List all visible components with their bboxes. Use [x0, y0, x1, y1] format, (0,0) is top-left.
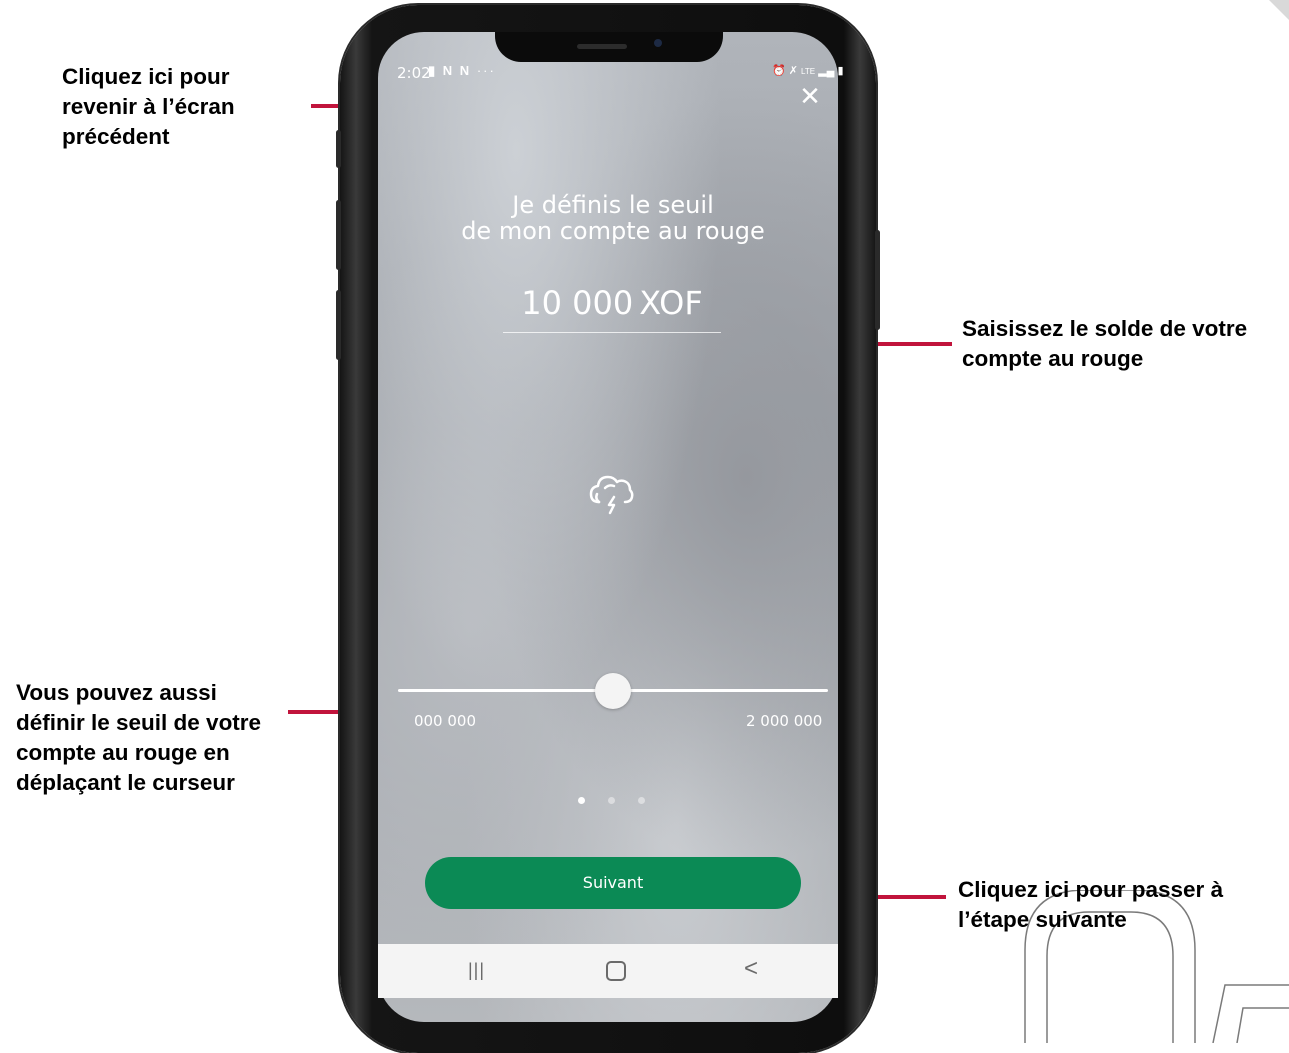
annotation-slider: Vous pouvez aussi définir le seuil de vo…: [16, 678, 288, 798]
mute-icon: ✗: [788, 65, 798, 77]
phone-camera: [654, 39, 662, 47]
annotation-next: Cliquez ici pour passer à l’étape suivan…: [958, 875, 1288, 935]
chat-icon: ▮: [428, 63, 438, 78]
recents-button[interactable]: |||: [468, 960, 485, 981]
threshold-slider-thumb[interactable]: [595, 673, 631, 709]
pagination-dot: [608, 797, 615, 804]
annotation-balance-text: Saisissez le solde de votre compte au ro…: [962, 316, 1248, 371]
page-title: Je définis le seuil de mon compte au rou…: [430, 192, 796, 244]
title-line-1: Je définis le seuil: [512, 191, 714, 219]
close-icon: ✕: [799, 81, 821, 111]
storm-cloud-icon: [589, 475, 634, 515]
annotation-back: Cliquez ici pour revenir à l’écran précé…: [62, 62, 302, 152]
annotation-balance: Saisissez le solde de votre compte au ro…: [962, 314, 1282, 374]
battery-icon: ▮: [837, 65, 844, 77]
home-square-icon[interactable]: [606, 961, 626, 981]
phone-side-button: [336, 200, 341, 270]
n-icon: N: [442, 63, 455, 78]
lte-icon: LTE: [801, 67, 816, 76]
status-time: 2:02: [397, 64, 431, 82]
slider-max-label: 2 000 000: [746, 712, 823, 730]
corner-decoration: [1269, 0, 1289, 20]
phone-side-button: [875, 230, 880, 330]
phone-side-button: [336, 290, 341, 360]
phone-speaker: [577, 44, 627, 49]
next-button[interactable]: Suivant: [425, 857, 801, 909]
status-right-icons: ⏰ ✗ LTE ▂▄ ▮: [772, 64, 844, 77]
status-left-icons: ▮ N N ···: [428, 63, 496, 79]
amount-input[interactable]: 10 000 XOF: [503, 280, 721, 333]
pagination-dot-active: [578, 797, 585, 804]
alarm-icon: ⏰: [772, 65, 786, 77]
amount-number: 10 000: [521, 284, 634, 322]
slider-min-label: 000 000: [378, 712, 488, 736]
annotation-back-text: Cliquez ici pour revenir à l’écran précé…: [62, 64, 235, 149]
amount-currency: XOF: [639, 284, 703, 322]
title-line-2: de mon compte au rouge: [461, 217, 765, 245]
annotation-slider-text: Vous pouvez aussi définir le seuil de vo…: [16, 680, 262, 795]
amount-value: 10 000 XOF: [503, 284, 721, 322]
close-button[interactable]: ✕: [796, 82, 824, 110]
signal-icon: ▂▄: [818, 65, 835, 77]
pagination-dot: [638, 797, 645, 804]
annotation-next-text: Cliquez ici pour passer à l’étape suivan…: [958, 877, 1224, 932]
more-dots-icon: ···: [476, 63, 496, 78]
back-button[interactable]: <: [744, 955, 758, 983]
n-icon: N: [459, 63, 472, 78]
slider-min-text: 000 000: [413, 712, 476, 730]
phone-side-button: [336, 130, 341, 168]
